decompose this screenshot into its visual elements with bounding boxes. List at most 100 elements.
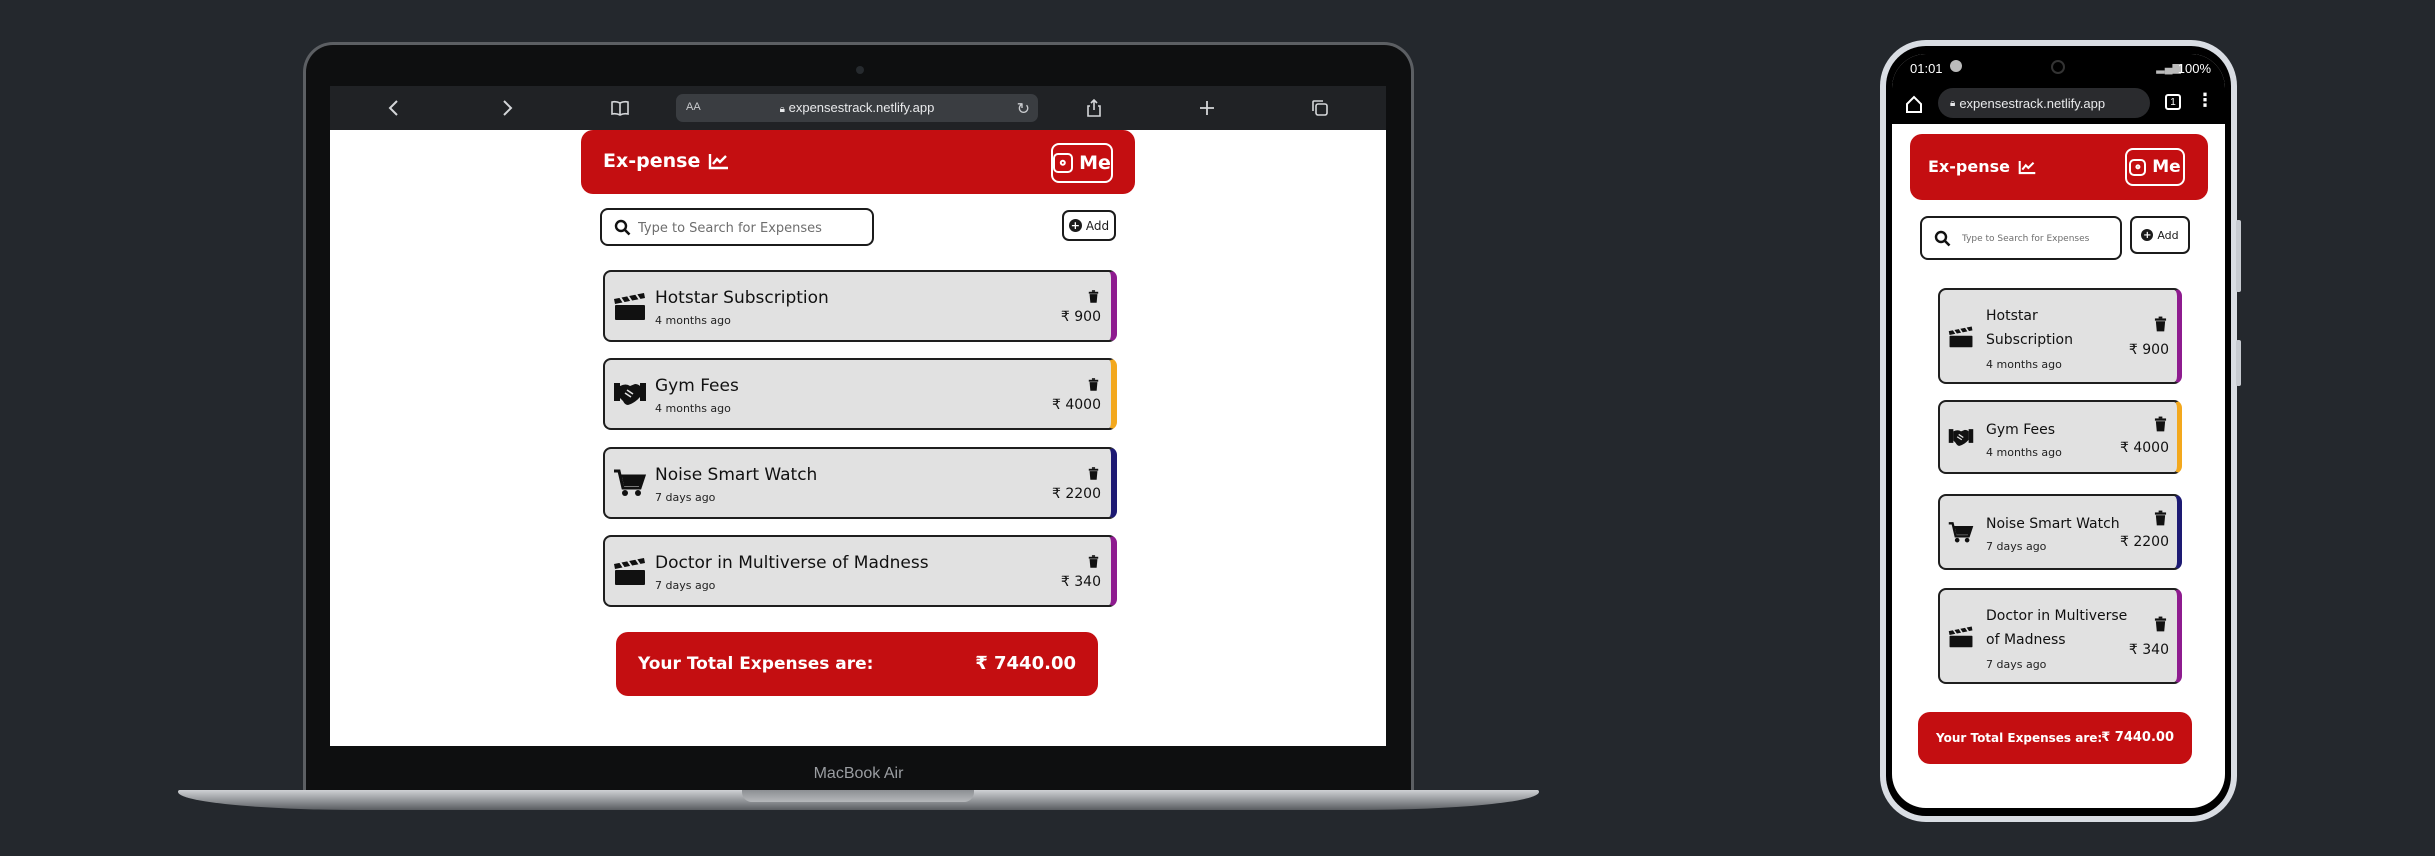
clapperboard-icon — [1948, 625, 1974, 652]
expense-card[interactable]: Hotstar Subscription 4 months ago ₹ 900 — [603, 270, 1117, 342]
expense-amount: ₹ 4000 — [1052, 397, 1101, 413]
expense-card[interactable]: Noise Smart Watch 7 days ago ₹ 2200 — [603, 447, 1117, 519]
expense-time: 7 days ago — [655, 579, 716, 592]
brand-name: Ex-pense — [1928, 157, 2010, 176]
me-button[interactable]: Me — [1051, 143, 1113, 183]
tab-switcher-icon[interactable]: 1 — [2165, 94, 2181, 110]
expense-amount: ₹ 4000 — [2120, 440, 2169, 456]
power-button — [2236, 340, 2241, 386]
battery-level: 100% — [2177, 61, 2211, 76]
delete-icon[interactable] — [1088, 288, 1099, 307]
notification-icon — [1950, 60, 1962, 72]
delete-icon[interactable] — [2154, 616, 2167, 636]
search-input[interactable] — [1962, 232, 2114, 246]
bookmarks-icon[interactable] — [608, 96, 632, 120]
me-button[interactable]: Me — [2125, 148, 2185, 186]
more-options-icon[interactable]: ⋮ — [2196, 91, 2214, 111]
back-icon[interactable] — [382, 96, 406, 120]
add-icon: + — [2141, 229, 2154, 241]
expense-amount: ₹ 340 — [1060, 574, 1101, 590]
lock-icon: 🔒︎ — [1950, 97, 1956, 109]
instagram-icon — [2129, 158, 2147, 176]
total-label: Your Total Expenses are: — [638, 654, 874, 674]
expense-amount: ₹ 2200 — [2120, 534, 2169, 550]
brand-logo[interactable]: Ex-pense — [1928, 157, 2037, 176]
new-tab-icon[interactable] — [1195, 96, 1219, 120]
expense-amount: ₹ 900 — [2128, 342, 2169, 358]
delete-icon[interactable] — [1088, 376, 1099, 395]
expense-time: 7 days ago — [655, 491, 716, 504]
search-bar[interactable] — [600, 208, 874, 246]
tabs-icon[interactable] — [1308, 96, 1332, 120]
me-label: Me — [2152, 157, 2181, 177]
expense-title: Gym Fees — [655, 376, 739, 396]
expense-title: Hotstar Subscription — [655, 288, 829, 308]
expense-title: Noise Smart Watch — [655, 465, 818, 485]
add-label: Add — [2157, 228, 2179, 242]
delete-icon[interactable] — [1088, 465, 1099, 484]
total-value: ₹ 7440.00 — [975, 653, 1076, 674]
expense-title: Doctor in Multiverse of Madness — [1986, 608, 2128, 648]
app-header: Ex-pense Me — [581, 130, 1135, 194]
brand-name: Ex-pense — [603, 150, 701, 172]
search-input[interactable] — [638, 219, 858, 237]
mobile-address-bar[interactable]: 🔒︎ expensestrack.netlify.app — [1938, 88, 2150, 118]
expense-card[interactable]: Hotstar Subscription 4 months ago ₹ 900 — [1938, 288, 2182, 384]
delete-icon[interactable] — [2154, 316, 2167, 336]
expense-amount: ₹ 340 — [2128, 642, 2169, 658]
expense-amount: ₹ 2200 — [1052, 486, 1101, 502]
browser-toolbar: AA 🔒︎ expensestrack.netlify.app ↻ — [330, 86, 1386, 130]
expense-title: Gym Fees — [1986, 422, 2056, 438]
delete-icon[interactable] — [2154, 416, 2167, 436]
expense-card[interactable]: Doctor in Multiverse of Madness 7 days ag… — [603, 535, 1117, 607]
expense-card[interactable]: Gym Fees 4 months ago ₹ 4000 — [603, 358, 1117, 430]
expense-title: Noise Smart Watch — [1986, 516, 2120, 532]
url-text: 🔒︎ expensestrack.netlify.app — [779, 100, 935, 115]
expense-time: 4 months ago — [1986, 358, 2062, 371]
chart-line-icon — [709, 154, 729, 170]
add-button[interactable]: + Add — [1062, 210, 1116, 241]
total-expenses-bar: Your Total Expenses are: ₹ 7440.00 — [616, 632, 1098, 696]
search-bar[interactable] — [1920, 216, 2122, 260]
forward-icon[interactable] — [495, 96, 519, 120]
brand-logo[interactable]: Ex-pense — [603, 150, 730, 172]
expense-card[interactable]: Doctor in Multiverse of Madness 7 days ag… — [1938, 588, 2182, 684]
reload-icon[interactable]: ↻ — [1017, 99, 1030, 118]
phone-screen: 01:01 ▂▄▆ 100% 🔒︎ expensestrack.netlify.… — [1892, 54, 2225, 808]
address-bar[interactable]: AA 🔒︎ expensestrack.netlify.app ↻ — [676, 94, 1038, 122]
delete-icon[interactable] — [2154, 510, 2167, 530]
status-time: 01:01 — [1910, 61, 1943, 76]
share-icon[interactable] — [1082, 96, 1106, 120]
total-value: ₹ 7440.00 — [2101, 730, 2174, 745]
home-icon[interactable] — [1904, 94, 1924, 114]
handshake-icon — [613, 379, 647, 413]
add-button[interactable]: + Add — [2130, 216, 2190, 254]
volume-button — [2236, 220, 2241, 292]
expense-title: Hotstar Subscription — [1986, 308, 2073, 348]
laptop-notch — [742, 790, 974, 802]
search-icon — [1934, 230, 1951, 247]
expense-time: 7 days ago — [1986, 540, 2047, 553]
add-label: Add — [1085, 218, 1110, 233]
total-label: Your Total Expenses are: — [1936, 731, 2103, 745]
instagram-icon — [1053, 153, 1074, 173]
front-camera — [2051, 60, 2065, 74]
expense-card[interactable]: Noise Smart Watch 7 days ago ₹ 2200 — [1938, 494, 2182, 570]
camera — [856, 66, 864, 74]
expense-time: 7 days ago — [1986, 658, 2047, 671]
clapperboard-icon — [1948, 325, 1974, 352]
mobile-browser-bar: 🔒︎ expensestrack.netlify.app 1 ⋮ — [1892, 82, 2225, 124]
total-expenses-bar: Your Total Expenses are: ₹ 7440.00 — [1918, 712, 2192, 764]
expense-time: 4 months ago — [655, 402, 731, 415]
me-label: Me — [1079, 152, 1111, 174]
status-bar: 01:01 ▂▄▆ 100% — [1892, 54, 2225, 82]
delete-icon[interactable] — [1088, 553, 1099, 572]
clapperboard-icon — [613, 556, 647, 590]
laptop-brand-label: MacBook Air — [813, 765, 904, 782]
shopping-cart-icon — [1948, 521, 1974, 548]
expense-title: Doctor in Multiverse of Madness — [655, 553, 929, 573]
expense-amount: ₹ 900 — [1060, 309, 1101, 325]
expense-card[interactable]: Gym Fees 4 months ago ₹ 4000 — [1938, 400, 2182, 474]
app-header: Ex-pense Me — [1910, 134, 2208, 200]
search-icon — [614, 219, 631, 236]
